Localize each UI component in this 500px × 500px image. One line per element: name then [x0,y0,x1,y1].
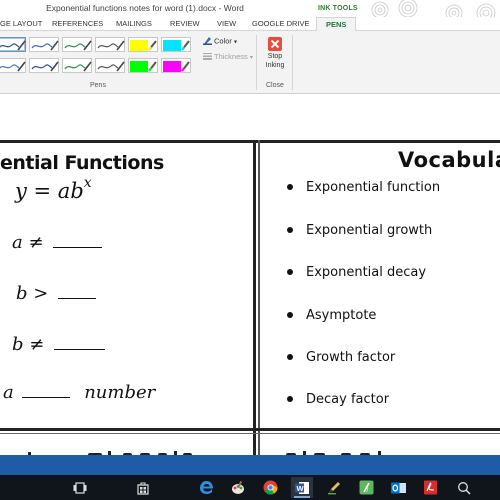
formula-main: y = abx [15,175,92,203]
search-icon[interactable] [453,477,475,498]
close-group-label: Close [266,82,284,89]
group-separator [256,35,257,90]
svg-text:W: W [297,484,305,493]
vocab-item: Decay factor [287,392,389,407]
close-x-icon [268,37,282,51]
tab-view[interactable]: VIEW [217,19,236,28]
pen-swatch[interactable] [95,37,125,52]
tab-google-drive[interactable]: GOOGLE DRIVE [252,19,310,28]
pen-swatch[interactable] [29,58,59,73]
edge-icon[interactable] [195,477,217,498]
status-bar [0,455,500,475]
active-indicator [294,496,310,498]
tab-references[interactable]: REFERENCES [52,19,103,28]
formula-b-not-equal: b ≠ [12,334,106,355]
formula-main-lhs: y = ab [15,179,84,203]
formula-main-exponent: x [83,175,92,191]
pen-swatch[interactable] [62,37,92,52]
thickness-label: Thickness [214,52,248,61]
tab-pens[interactable]: PENS [316,17,357,32]
vocab-item: Exponential decay [287,265,426,280]
stop-inking-button[interactable]: Stop Inking [262,35,288,79]
vocab-text: Growth factor [306,350,396,365]
ribbon: Pens Color ▾ Thickness ▾ Stop Inking Clo… [0,31,500,94]
stop-label-line2: Inking [265,62,285,69]
pen-thickness-button[interactable]: Thickness ▾ [203,52,253,64]
table-middle-divider [253,140,256,455]
highlighter-swatch[interactable] [161,37,191,52]
ink-tools-label: INK TOOLS [318,5,358,12]
pen-swatch[interactable] [62,58,92,73]
vocab-text: Decay factor [306,392,390,407]
formula-b-not-equal-text: b ≠ [12,334,45,355]
vocab-text: Exponential function [306,180,441,195]
store-icon[interactable] [132,477,154,498]
pens-group-label: Pens [90,82,106,89]
highlighter-swatch[interactable] [161,58,191,73]
vocab-item: Exponential function [287,180,440,195]
formula-a-not-equal: a ≠ [12,232,44,253]
pen-tool-icon[interactable] [323,477,345,498]
chrome-icon[interactable] [259,477,281,498]
bullet-icon [287,226,293,233]
table-row-border [0,428,500,431]
pen-swatch[interactable] [0,58,26,73]
chevron-down-icon: ▾ [249,55,253,61]
color-icon [203,36,212,47]
vocab-item: Asymptote [287,308,376,323]
fill-in-blank [58,285,97,299]
pen-swatch[interactable] [95,58,125,73]
formula-number-word: number [84,382,156,403]
color-label: Color [214,36,232,46]
group-separator [292,35,293,90]
acrobat-icon[interactable] [419,477,441,498]
bullet-icon [287,311,293,318]
green-app-icon[interactable]: / [355,477,377,498]
formula-b-greater-text: b > [16,283,49,304]
bullet-icon [287,268,293,275]
next-row-partial-text [28,445,498,455]
paint-icon[interactable] [227,477,249,498]
outlook-icon[interactable] [387,477,409,498]
fill-in-blank [54,336,106,350]
bullet-icon [287,183,293,190]
formula-a-number: a number [3,382,155,403]
table-middle-divider-inner [258,140,260,455]
section-heading-vocabulary: Vocabular [398,148,500,172]
stop-label-line1: Stop [267,53,283,60]
window-title: Exponential functions notes for word (1)… [46,3,244,13]
tab-mailings[interactable]: MAILINGS [116,19,152,28]
pen-color-button[interactable]: Color ▾ [203,36,237,48]
vocab-text: Asymptote [306,308,377,323]
ink-tools-group: INK TOOLS [316,0,360,17]
table-top-border [0,140,500,143]
vocab-item: Exponential growth [287,223,432,238]
vocab-text: Exponential decay [306,265,427,280]
vocab-item: Growth factor [287,350,395,365]
highlighter-swatch[interactable] [128,58,158,73]
highlighter-swatch[interactable] [128,37,158,52]
fill-in-blank [53,234,103,248]
section-heading-functions: ential Functions [0,152,164,174]
task-view-icon[interactable] [69,477,91,498]
formula-b-greater: b > [16,283,97,304]
table-row-border-inner [0,433,500,434]
chevron-down-icon: ▾ [234,39,238,46]
vocab-text: Exponential growth [306,223,433,238]
fill-in-blank [22,384,71,398]
tab-page-layout[interactable]: GE LAYOUT [0,19,42,28]
word-icon[interactable]: W [291,477,313,498]
pen-swatch[interactable] [0,37,26,52]
bullet-icon [287,395,293,402]
bullet-icon [287,353,293,360]
thickness-icon [203,52,212,62]
tab-review[interactable]: REVIEW [170,19,200,28]
pen-swatch[interactable] [29,37,59,52]
ribbon-tabs: GE LAYOUT REFERENCES MAILINGS REVIEW VIE… [0,17,500,32]
formula-a-prefix: a [3,382,14,403]
formula-a-condition: a ≠ [12,232,103,253]
